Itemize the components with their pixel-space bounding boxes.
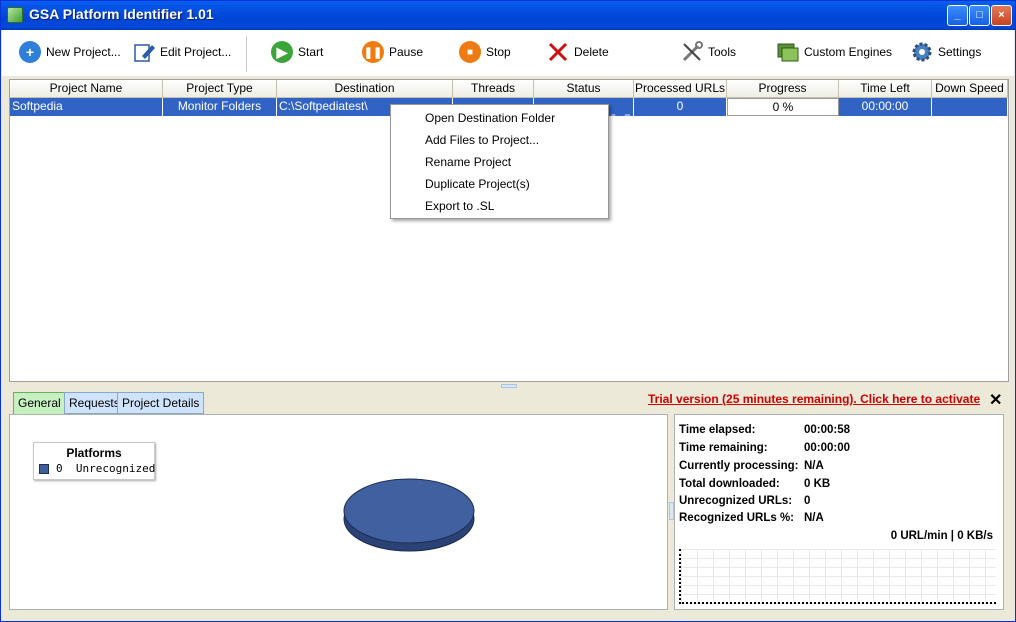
toolbar: + New Project... Edit Project... ▶ Start…	[2, 30, 1014, 76]
window-title: GSA Platform Identifier 1.01	[29, 6, 214, 22]
play-icon: ▶	[270, 40, 294, 64]
context-menu: Open Destination Folder Add Files to Pro…	[390, 104, 609, 219]
legend-item: 0 Unrecognized	[39, 462, 155, 475]
legend-label: Unrecognized	[75, 462, 156, 475]
chart-legend: Platforms 0 Unrecognized	[33, 442, 155, 480]
column-header[interactable]: Destination	[277, 80, 453, 98]
tab-requests[interactable]: Requests	[64, 392, 125, 414]
cell-project-name: Softpedia	[10, 98, 163, 116]
cell-down-speed	[932, 98, 1008, 116]
app-window: GSA Platform Identifier 1.01 _ □ × + New…	[0, 0, 1016, 622]
unrecognized-urls-value: 0	[804, 495, 811, 507]
cell-time-left: 00:00:00	[839, 98, 932, 116]
column-header[interactable]: Status	[534, 80, 634, 98]
start-button[interactable]: ▶ Start	[270, 38, 323, 66]
time-elapsed-label: Time elapsed:	[679, 424, 756, 436]
platforms-pie-chart	[343, 478, 475, 552]
cell-processed-urls: 0	[634, 98, 727, 116]
delete-icon	[546, 40, 570, 64]
legend-count: 0	[56, 462, 63, 475]
tab-project-details[interactable]: Project Details	[117, 392, 205, 414]
total-downloaded-value: 0 KB	[804, 478, 831, 490]
plus-icon: +	[18, 40, 42, 64]
legend-title: Platforms	[66, 446, 122, 460]
unrecognized-urls-label: Unrecognized URLs:	[679, 495, 793, 507]
column-header[interactable]: Project Name	[10, 80, 163, 98]
settings-button[interactable]: Settings	[910, 38, 981, 66]
column-header[interactable]: Threads	[453, 80, 534, 98]
total-downloaded-label: Total downloaded:	[679, 478, 780, 490]
stop-label: Stop	[486, 45, 511, 59]
cell-progress: 0 %	[727, 98, 839, 116]
delete-button[interactable]: Delete	[546, 38, 609, 66]
delete-label: Delete	[574, 45, 609, 59]
title-bar[interactable]: GSA Platform Identifier 1.01 _ □ ×	[1, 1, 1015, 30]
close-window-button[interactable]: ×	[991, 5, 1012, 26]
horizontal-splitter[interactable]	[1, 383, 1015, 389]
column-header[interactable]: Down Speed	[932, 80, 1008, 98]
settings-label: Settings	[938, 45, 982, 59]
custom-engines-label: Custom Engines	[804, 45, 893, 59]
tools-label: Tools	[708, 45, 737, 59]
column-header[interactable]: Time Left	[839, 80, 932, 98]
pause-label: Pause	[389, 45, 424, 59]
speed-graph	[679, 549, 996, 604]
platforms-chart-panel: Platforms 0 Unrecognized	[9, 414, 668, 610]
menu-item-open-destination[interactable]: Open Destination Folder	[425, 107, 555, 129]
new-project-label: New Project...	[46, 45, 121, 59]
edit-icon	[132, 40, 156, 64]
start-label: Start	[298, 45, 324, 59]
time-remaining-label: Time remaining:	[679, 442, 768, 454]
splitter-grip[interactable]	[501, 384, 517, 388]
new-project-button[interactable]: + New Project...	[18, 38, 121, 66]
menu-item-export[interactable]: Export to .SL	[425, 195, 494, 217]
trial-activate-link[interactable]: Trial version (25 minutes remaining). Cl…	[648, 392, 980, 406]
stats-panel: Time elapsed: 00:00:58 Time remaining: 0…	[674, 414, 1004, 610]
edit-project-button[interactable]: Edit Project...	[132, 38, 231, 66]
currently-processing-value: N/A	[804, 460, 824, 472]
close-panel-icon[interactable]: ✕	[989, 390, 1002, 410]
custom-engines-button[interactable]: Custom Engines	[776, 38, 892, 66]
cell-project-type: Monitor Folders	[163, 98, 277, 116]
tools-button[interactable]: Tools	[680, 38, 736, 66]
time-remaining-value: 00:00:00	[804, 442, 851, 454]
toolbar-separator	[246, 36, 247, 72]
minimize-button[interactable]: _	[947, 5, 968, 26]
tab-general[interactable]: General	[13, 392, 66, 415]
time-elapsed-value: 00:00:58	[804, 424, 851, 436]
menu-item-duplicate[interactable]: Duplicate Project(s)	[425, 173, 530, 195]
column-header[interactable]: Project Type	[163, 80, 277, 98]
menu-item-rename[interactable]: Rename Project	[425, 151, 511, 173]
recognized-urls-label: Recognized URLs %:	[679, 512, 795, 524]
stop-icon: ■	[458, 40, 482, 64]
gear-icon	[910, 40, 934, 64]
legend-swatch	[39, 463, 49, 474]
stop-button[interactable]: ■ Stop	[458, 38, 511, 66]
tools-icon	[680, 40, 704, 64]
table-header: Project Name Project Type Destination Th…	[10, 80, 1008, 98]
recognized-urls-value: N/A	[804, 512, 824, 524]
currently-processing-label: Currently processing:	[679, 460, 799, 472]
column-header[interactable]: Processed URLs	[634, 80, 727, 98]
pause-button[interactable]: ❚❚ Pause	[361, 38, 423, 66]
maximize-button[interactable]: □	[969, 5, 990, 26]
pause-icon: ❚❚	[361, 40, 385, 64]
app-icon	[7, 7, 23, 23]
menu-item-add-files[interactable]: Add Files to Project...	[425, 129, 539, 151]
edit-project-label: Edit Project...	[160, 45, 232, 59]
engines-icon	[776, 40, 800, 64]
column-header[interactable]: Progress	[727, 80, 839, 98]
rate-readout: 0 URL/min | 0 KB/s	[890, 530, 993, 542]
